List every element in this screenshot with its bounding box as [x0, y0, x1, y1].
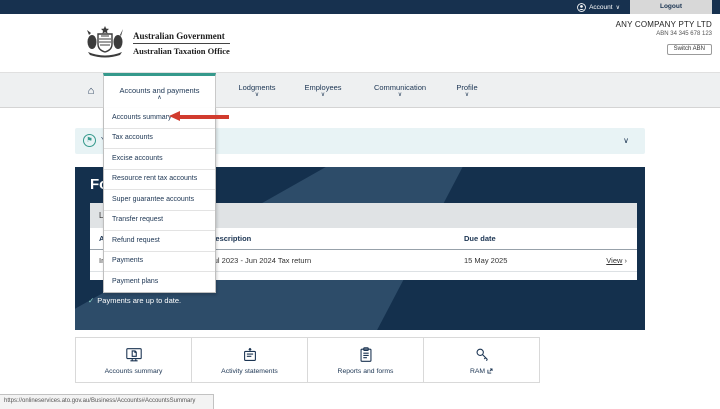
right-arrow-icon: › [624, 256, 628, 265]
view-link[interactable]: View › [606, 250, 627, 272]
key-icon [476, 348, 488, 361]
cell-due-date: 15 May 2025 [464, 256, 508, 265]
tile-label: Reports and forms [337, 367, 394, 375]
accounts-and-payments-dropdown: Accounts summary Tax accounts Excise acc… [103, 108, 216, 293]
menu-item-resource-rent-tax-accounts[interactable]: Resource rent tax accounts [104, 170, 215, 190]
flag-icon: ⚑ [83, 134, 96, 147]
home-icon: ⌂ [87, 84, 95, 97]
column-header-due-date: Due date [464, 234, 496, 243]
top-bar: Account ∨ Logout [0, 0, 720, 14]
chevron-down-icon: ∨ [254, 92, 260, 98]
site-header: Australian Government Australian Taxatio… [0, 14, 720, 72]
menu-item-payments[interactable]: Payments [104, 252, 215, 272]
tile-label: Accounts summary [104, 367, 163, 375]
monitor-document-icon [125, 347, 142, 361]
nav-item-label: Profile [456, 83, 478, 92]
nav-item-employees[interactable]: Employees ∨ [296, 73, 350, 108]
government-wordmark: Australian Government Australian Taxatio… [133, 31, 230, 56]
account-label: Account [589, 3, 613, 11]
menu-item-super-guarantee-accounts[interactable]: Super guarantee accounts [104, 190, 215, 211]
chevron-down-icon: ∨ [464, 92, 470, 98]
main-navigation: ⌂ Accounts and payments ∧ Lodgments ∨ Em… [0, 72, 720, 110]
menu-item-refund-request[interactable]: Refund request [104, 231, 215, 252]
quick-links-row: Accounts summary Activity statements Rep… [75, 337, 540, 383]
gov-line-2: Australian Taxation Office [133, 45, 230, 56]
tile-ram[interactable]: RAM [423, 337, 540, 383]
menu-item-excise-accounts[interactable]: Excise accounts [104, 149, 215, 170]
nav-home-button[interactable]: ⌂ [80, 73, 102, 108]
nav-item-label: Employees [304, 83, 342, 92]
company-abn: ABN 34 345 678 123 [656, 31, 712, 37]
menu-item-payment-plans[interactable]: Payment plans [104, 272, 215, 292]
menu-item-accounts-summary[interactable]: Accounts summary [104, 108, 215, 129]
account-menu[interactable]: Account ∨ [577, 0, 620, 14]
payments-status-note: ✓ Payments are up to date. [88, 296, 182, 305]
nav-item-label: Accounts and payments [119, 85, 200, 95]
chevron-down-icon: ∨ [320, 92, 326, 98]
browser-status-url: https://onlineservices.ato.gov.au/Busine… [0, 394, 214, 409]
external-link-icon [487, 368, 493, 374]
chevron-down-icon: ∨ [397, 92, 403, 98]
chevron-down-icon[interactable]: ∨ [623, 136, 629, 145]
nav-item-lodgments[interactable]: Lodgments ∨ [228, 73, 286, 108]
person-icon [577, 2, 586, 12]
menu-item-tax-accounts[interactable]: Tax accounts [104, 129, 215, 149]
nav-item-label: Communication [373, 83, 427, 92]
chevron-down-icon: ∨ [615, 4, 620, 11]
tile-reports-and-forms[interactable]: Reports and forms [307, 337, 424, 383]
chevron-up-icon: ∧ [157, 94, 162, 101]
australian-coat-of-arms-logo [84, 25, 126, 61]
nav-item-label: Lodgments [238, 83, 276, 92]
gov-line-1: Australian Government [133, 31, 230, 44]
nav-item-accounts-and-payments[interactable]: Accounts and payments ∧ [103, 73, 216, 110]
tile-activity-statements[interactable]: Activity statements [191, 337, 308, 383]
nav-item-profile[interactable]: Profile ∨ [448, 73, 486, 108]
company-name: ANY COMPANY PTY LTD [615, 20, 712, 29]
logout-button[interactable]: Logout [630, 0, 712, 14]
tile-accounts-summary[interactable]: Accounts summary [75, 337, 192, 383]
clipboard-icon [360, 346, 371, 362]
check-icon: ✓ [88, 296, 95, 305]
statement-pencil-icon [243, 347, 256, 361]
tile-label: RAM [470, 368, 493, 375]
nav-item-communication[interactable]: Communication ∨ [362, 73, 438, 108]
switch-abn-button[interactable]: Switch ABN [666, 43, 712, 55]
cell-description: Jul 2023 - Jun 2024 Tax return [210, 256, 312, 265]
tile-label: Activity statements [221, 367, 278, 375]
menu-item-transfer-request[interactable]: Transfer request [104, 211, 215, 231]
column-header-description: Description [210, 234, 252, 243]
